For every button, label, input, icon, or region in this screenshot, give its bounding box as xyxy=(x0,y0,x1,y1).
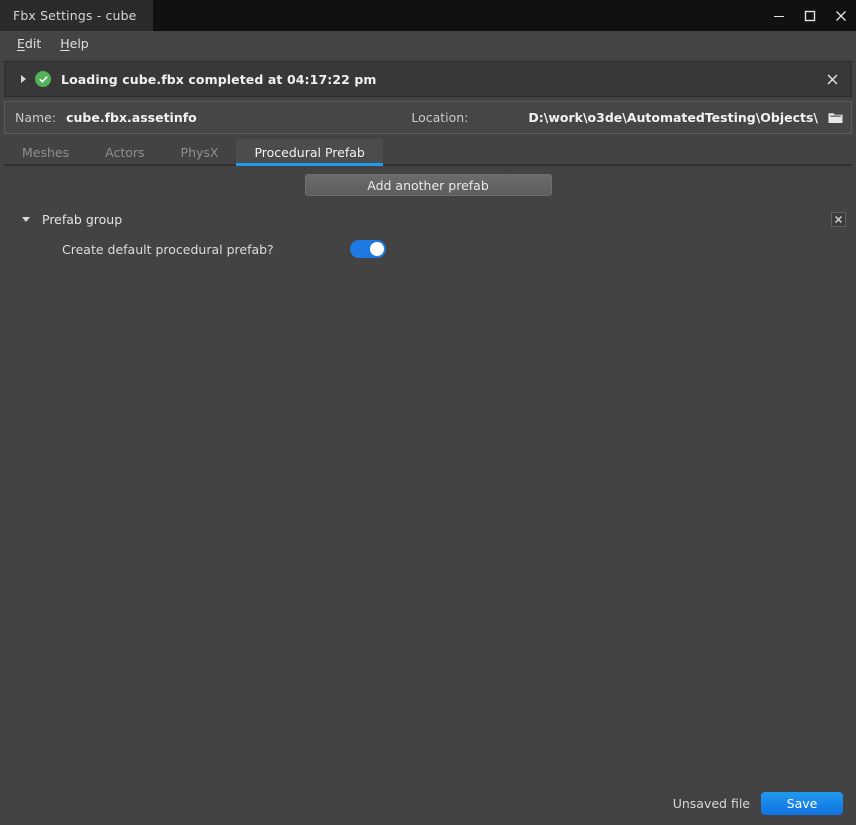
location-value: D:\work\o3de\AutomatedTesting\Objects\ xyxy=(528,110,818,125)
tab-physx[interactable]: PhysX xyxy=(163,139,237,166)
main-content: Add another prefab Prefab group Create d… xyxy=(4,166,852,785)
prefab-group-remove-button[interactable] xyxy=(831,212,846,227)
footer-bar: Unsaved file Save xyxy=(4,785,852,821)
banner-close-button[interactable] xyxy=(817,64,847,94)
tab-actors[interactable]: Actors xyxy=(87,139,162,166)
tab-physx-label: PhysX xyxy=(181,145,219,160)
toggle-knob xyxy=(370,242,384,256)
window-title-tab[interactable]: Fbx Settings - cube xyxy=(0,0,153,31)
location-label: Location: xyxy=(411,110,468,125)
location-group: Location: D:\work\o3de\AutomatedTesting\… xyxy=(411,110,843,126)
check-circle-icon xyxy=(35,71,51,87)
prefab-group-header: Prefab group xyxy=(4,207,852,231)
tab-strip: Meshes Actors PhysX Procedural Prefab xyxy=(4,139,852,166)
title-bar-spacer xyxy=(153,0,764,31)
name-value: cube.fbx.assetinfo xyxy=(66,110,197,125)
add-another-prefab-button[interactable]: Add another prefab xyxy=(305,174,552,196)
folder-icon[interactable] xyxy=(827,110,843,126)
tab-actors-label: Actors xyxy=(105,145,144,160)
name-label: Name: xyxy=(15,110,56,125)
window-title: Fbx Settings - cube xyxy=(13,8,137,23)
fbx-settings-window: Fbx Settings - cube Edit xyxy=(0,0,856,825)
tab-procedural-prefab[interactable]: Procedural Prefab xyxy=(236,139,382,166)
menu-item-edit-rest: dit xyxy=(25,36,41,51)
banner-message: Loading cube.fbx completed at 04:17:22 p… xyxy=(61,72,377,87)
banner-expand-button[interactable] xyxy=(15,75,31,83)
menu-item-help-mnemonic: H xyxy=(60,36,69,51)
title-bar: Fbx Settings - cube xyxy=(0,0,856,31)
close-icon xyxy=(834,215,843,224)
unsaved-status-text: Unsaved file xyxy=(673,796,750,811)
create-default-prefab-row: Create default procedural prefab? xyxy=(4,237,852,261)
minimize-button[interactable] xyxy=(763,0,794,31)
tab-meshes[interactable]: Meshes xyxy=(4,139,87,166)
maximize-icon xyxy=(804,10,816,22)
tab-procedural-prefab-label: Procedural Prefab xyxy=(254,145,364,160)
create-default-prefab-toggle[interactable] xyxy=(350,240,386,258)
create-default-prefab-label: Create default procedural prefab? xyxy=(62,242,350,257)
prefab-group-title: Prefab group xyxy=(42,212,122,227)
notification-banner: Loading cube.fbx completed at 04:17:22 p… xyxy=(4,61,852,97)
add-another-prefab-label: Add another prefab xyxy=(367,178,489,193)
close-button[interactable] xyxy=(825,0,856,31)
minimize-icon xyxy=(773,10,785,22)
close-icon xyxy=(826,73,839,86)
save-button[interactable]: Save xyxy=(761,792,843,815)
menu-item-help[interactable]: Help xyxy=(51,35,99,54)
menu-item-edit[interactable]: Edit xyxy=(8,35,51,54)
menu-item-edit-mnemonic: E xyxy=(17,36,25,51)
menu-item-help-rest: elp xyxy=(70,36,89,51)
tab-meshes-label: Meshes xyxy=(22,145,69,160)
close-icon xyxy=(835,10,847,22)
menu-bar: Edit Help xyxy=(0,31,856,58)
save-button-label: Save xyxy=(787,796,818,811)
triangle-right-icon xyxy=(21,75,26,83)
maximize-button[interactable] xyxy=(794,0,825,31)
window-controls xyxy=(763,0,856,31)
triangle-down-icon[interactable] xyxy=(22,217,30,222)
asset-info-bar: Name: cube.fbx.assetinfo Location: D:\wo… xyxy=(4,101,852,134)
add-prefab-row: Add another prefab xyxy=(4,166,852,196)
